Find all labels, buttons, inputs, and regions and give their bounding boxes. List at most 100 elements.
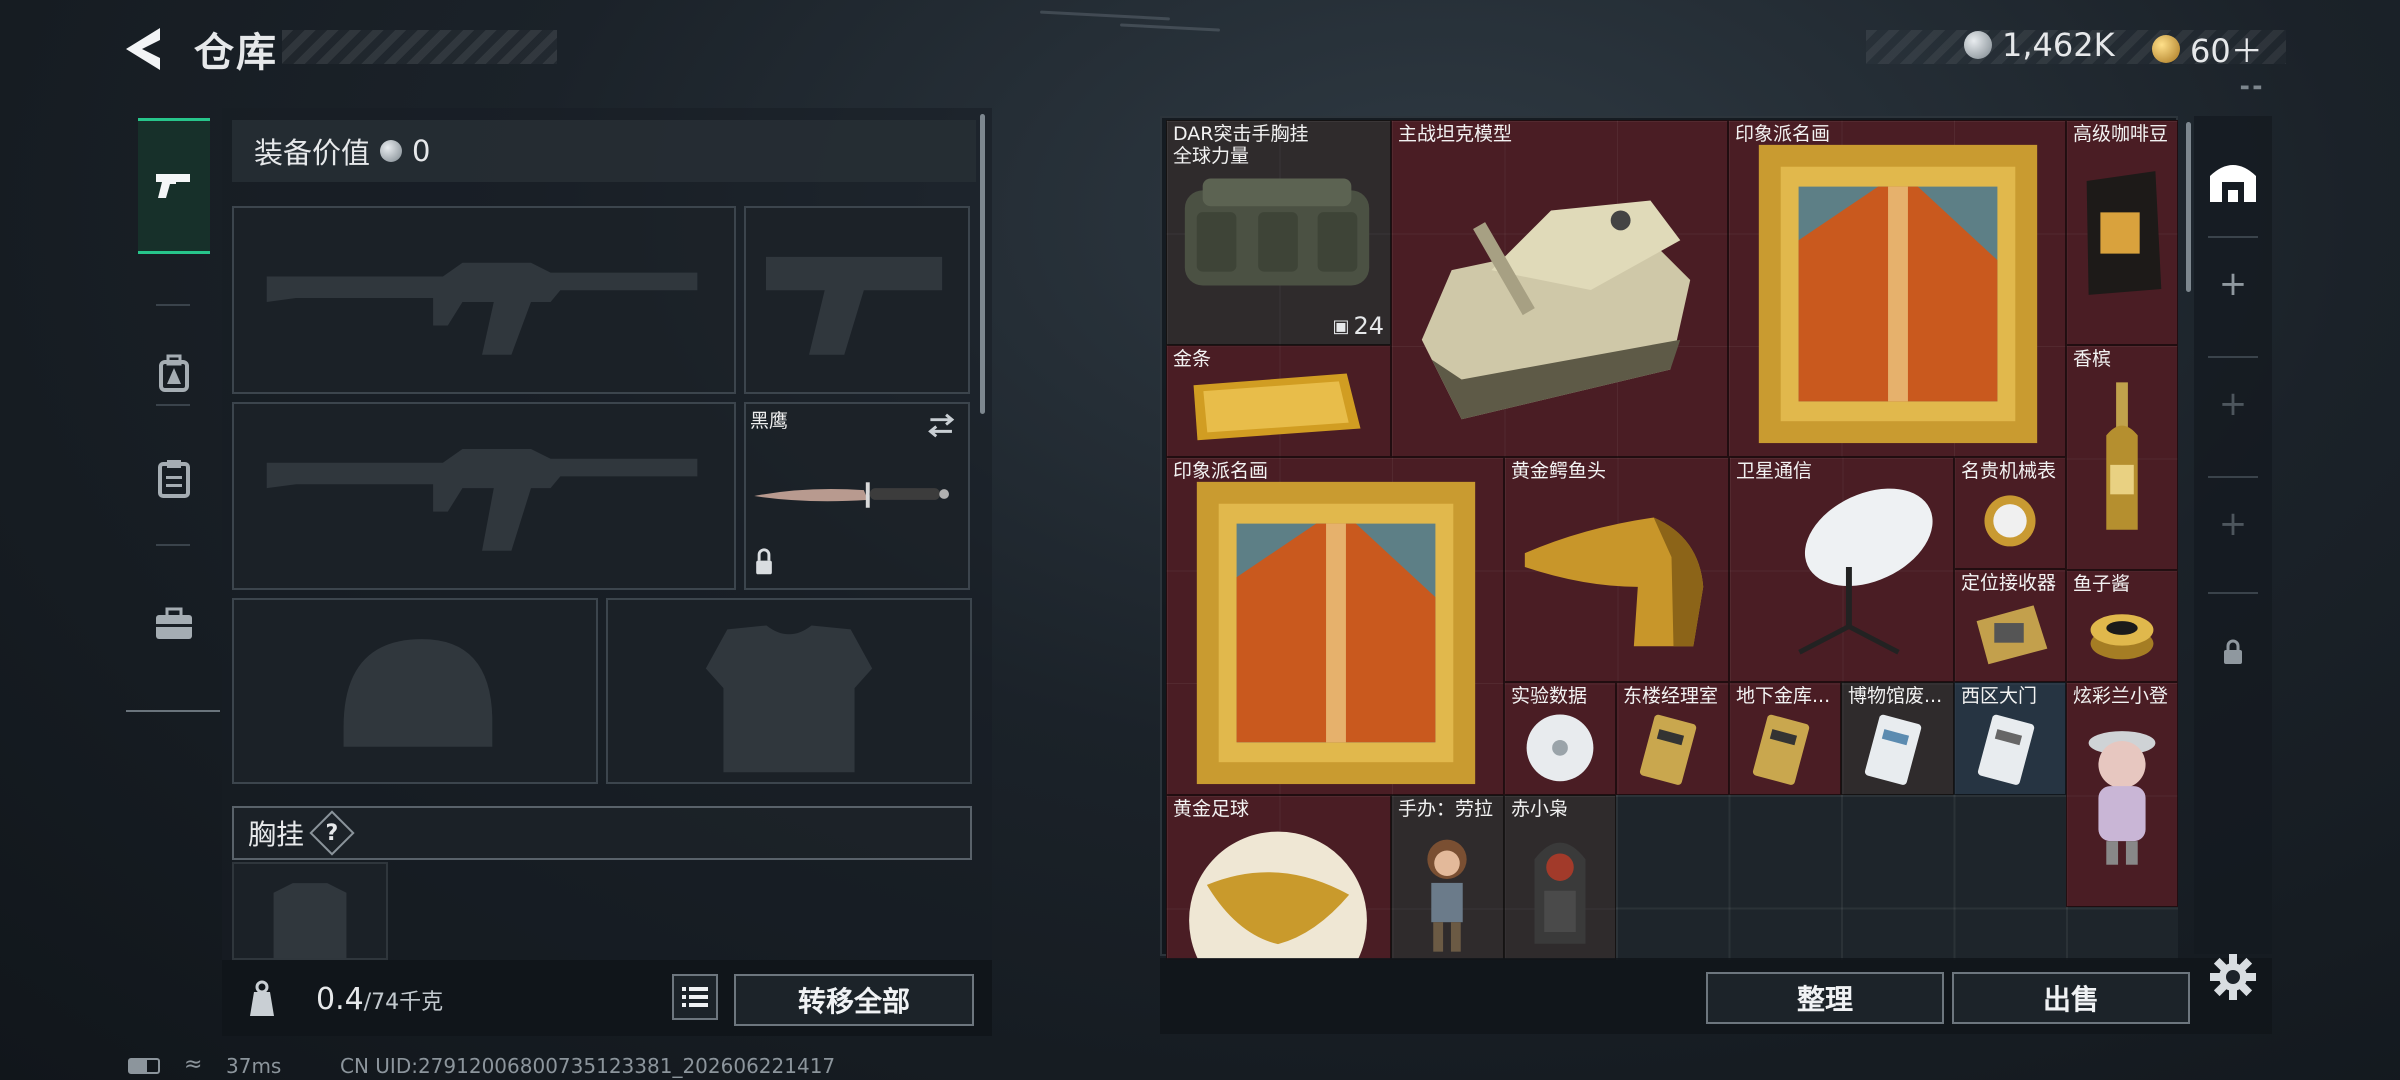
pistol-icon bbox=[156, 174, 190, 198]
category-tabs bbox=[126, 108, 220, 712]
storage-item-satellite-comm[interactable]: 卫星通信 bbox=[1729, 457, 1954, 682]
clipboard-icon bbox=[158, 460, 190, 498]
crocodile-head-icon bbox=[1524, 517, 1704, 647]
storage-item-coffee-beans[interactable]: 高级咖啡豆 bbox=[2066, 120, 2178, 345]
page-separator bbox=[2208, 356, 2258, 358]
page-separator bbox=[2208, 592, 2258, 594]
storage-item-colorful-figure[interactable]: 炫彩兰小登 bbox=[2066, 682, 2178, 907]
silver-coin-icon bbox=[380, 140, 403, 162]
currency-silver-value: 1,462K bbox=[2002, 26, 2115, 64]
rifle-silhouette-icon bbox=[266, 449, 698, 551]
add-page-button[interactable]: + bbox=[2194, 370, 2272, 438]
item-label: 博物馆废... bbox=[1848, 685, 1943, 707]
weight-bar: 0.4/74千克 转移全部 bbox=[222, 960, 992, 1036]
painting-icon bbox=[1758, 144, 2038, 444]
weight-max: /74千克 bbox=[363, 990, 444, 1015]
help-icon[interactable]: ? bbox=[309, 810, 355, 856]
title-decoration bbox=[282, 30, 557, 64]
melee-slot[interactable]: 黑鹰 bbox=[744, 402, 970, 590]
primary-weapon-slot[interactable] bbox=[232, 206, 736, 394]
storage-item-golden-crocodile-head[interactable]: 黄金鳄鱼头 bbox=[1504, 457, 1729, 682]
toolbox-icon bbox=[156, 607, 192, 639]
storage-item-museum-key[interactable]: 博物馆废... bbox=[1841, 682, 1954, 795]
storage-item-lara-figure[interactable]: 手办：劳拉 bbox=[1391, 795, 1504, 960]
version-text: ▬ ▬ bbox=[2240, 82, 2263, 93]
storage-item-vault-key[interactable]: 地下金库... bbox=[1729, 682, 1841, 795]
item-label: 炫彩兰小登 bbox=[2073, 685, 2169, 707]
locked-page-button[interactable] bbox=[2194, 622, 2272, 682]
storage-item-champagne[interactable]: 香槟 bbox=[2066, 345, 2178, 570]
storage-item-caviar[interactable]: 鱼子酱 bbox=[2066, 570, 2178, 682]
page-separator bbox=[2208, 476, 2258, 478]
coffee-bag-icon bbox=[2086, 171, 2162, 295]
item-label: 赤小枭 bbox=[1511, 798, 1569, 820]
storage-item-red-owl-figure[interactable]: 赤小枭 bbox=[1504, 795, 1616, 960]
storage-item-east-office-key[interactable]: 东楼经理室 bbox=[1616, 682, 1729, 795]
storage-item-luxury-watch[interactable]: 名贵机械表 bbox=[1954, 457, 2066, 569]
helmet-slot[interactable] bbox=[232, 598, 598, 784]
storage-item-tank-model[interactable]: 主战坦克模型 bbox=[1391, 120, 1728, 457]
sell-button[interactable]: 出售 bbox=[1952, 972, 2190, 1024]
back-button[interactable] bbox=[122, 24, 176, 74]
satellite-dish-icon bbox=[1798, 488, 1933, 655]
tank-model-icon bbox=[1421, 200, 1691, 420]
sidearm-slot[interactable] bbox=[744, 206, 970, 394]
page-title: 仓库 bbox=[194, 30, 278, 76]
warehouse-page-button[interactable] bbox=[2194, 144, 2272, 216]
item-label: 黄金鳄鱼头 bbox=[1511, 460, 1607, 482]
currency-gold[interactable]: 60＋ bbox=[2152, 26, 2263, 72]
storage-item-chest-rig[interactable]: DAR突击手胸挂 全球力量 ▣ 24 bbox=[1166, 120, 1391, 345]
storage-item-impressionist-painting[interactable]: 印象派名画 bbox=[1166, 457, 1504, 795]
storage-item-gold-bar[interactable]: 金条 bbox=[1166, 345, 1391, 457]
add-page-button[interactable]: + bbox=[2194, 250, 2272, 318]
wifi-icon: ≈ bbox=[184, 1052, 203, 1077]
tab-separator bbox=[156, 404, 190, 406]
equipment-value: 0 bbox=[412, 134, 431, 168]
lock-icon bbox=[2224, 639, 2242, 664]
painting-icon bbox=[1196, 481, 1476, 785]
item-label: 实验数据 bbox=[1511, 685, 1588, 707]
equipment-panel: 装备价值 0 黑鹰 胸挂 ? 0.4/74千克 转移全部 bbox=[222, 108, 992, 1036]
storage-scrollbar[interactable] bbox=[2186, 122, 2191, 292]
pistol-silhouette-icon bbox=[765, 256, 943, 355]
storage-item-locator-receiver[interactable]: 定位接收器 bbox=[1954, 569, 2066, 682]
add-page-button[interactable]: + bbox=[2194, 490, 2272, 558]
list-view-button[interactable] bbox=[672, 974, 718, 1020]
page-separator bbox=[2208, 236, 2258, 238]
item-label: 印象派名画 bbox=[1735, 123, 1831, 145]
equipment-scrollbar[interactable] bbox=[980, 114, 985, 414]
weight-value: 0.4 bbox=[316, 982, 364, 1017]
ammo-count-icon: ▣ bbox=[1332, 315, 1350, 337]
back-arrow-icon bbox=[126, 28, 160, 70]
tab-cases[interactable] bbox=[138, 410, 210, 546]
tab-supplies[interactable] bbox=[138, 556, 210, 692]
currency-gold-value: 60＋ bbox=[2190, 32, 2263, 70]
secondary-weapon-slot[interactable] bbox=[232, 402, 736, 590]
storage-item-impressionist-painting[interactable]: 印象派名画 bbox=[1728, 120, 2066, 457]
storage-item-experiment-data[interactable]: 实验数据 bbox=[1504, 682, 1616, 795]
figurine-icon bbox=[2088, 731, 2156, 865]
storage-grid: DAR突击手胸挂 全球力量 ▣ 24 主战坦克模型 印象派名画 高级咖啡豆 金条… bbox=[1166, 120, 2178, 960]
chest-rig-slot[interactable] bbox=[232, 862, 388, 960]
chest-rig-label: 胸挂 bbox=[248, 818, 305, 851]
warehouse-icon bbox=[2210, 165, 2256, 202]
tab-weapons[interactable] bbox=[138, 118, 210, 254]
vest-silhouette-icon bbox=[705, 625, 873, 773]
storage-item-golden-football[interactable]: 黄金足球 bbox=[1166, 795, 1391, 960]
weight-icon bbox=[250, 980, 274, 1016]
storage-item-west-gate-key[interactable]: 西区大门 bbox=[1954, 682, 2066, 795]
settings-button[interactable] bbox=[2208, 952, 2258, 1002]
transfer-all-button[interactable]: 转移全部 bbox=[734, 974, 974, 1026]
item-label: 印象派名画 bbox=[1173, 460, 1269, 482]
item-label: 定位接收器 bbox=[1961, 572, 2057, 594]
currency-silver[interactable]: 1,462K bbox=[1964, 26, 2115, 64]
item-label: 手办：劳拉 bbox=[1398, 798, 1494, 820]
background-streak bbox=[1040, 10, 1170, 21]
tab-separator bbox=[156, 544, 190, 546]
sort-button[interactable]: 整理 bbox=[1706, 972, 1944, 1024]
golden-ball-icon bbox=[1189, 831, 1367, 959]
silver-coin-icon bbox=[1964, 31, 1992, 59]
item-label: 卫星通信 bbox=[1736, 460, 1813, 482]
body-armor-slot[interactable] bbox=[606, 598, 972, 784]
helmet-silhouette-icon bbox=[343, 639, 493, 747]
